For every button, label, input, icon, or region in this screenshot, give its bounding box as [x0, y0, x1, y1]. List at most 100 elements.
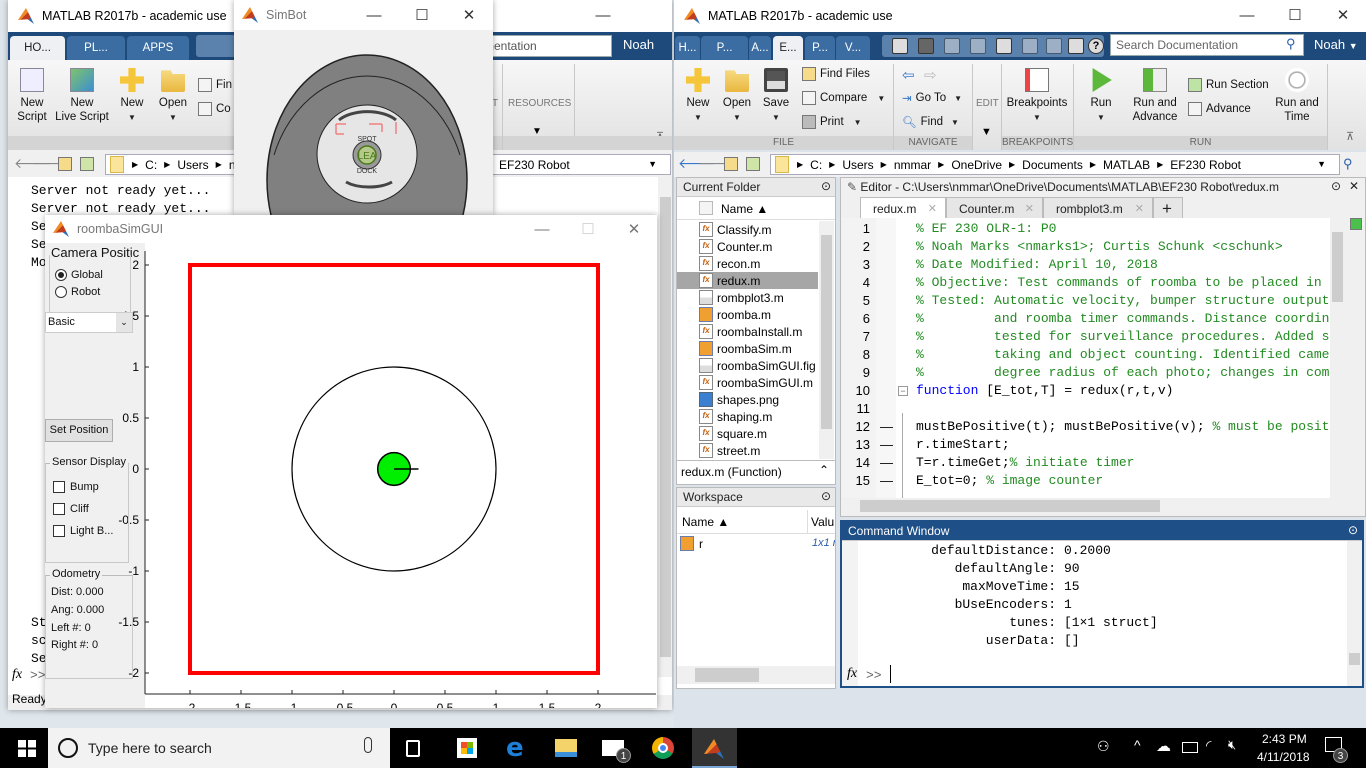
path-box[interactable]: ▶ C: ▶ Users ▶ nmmar ▶ OneDrive ▶ Documents ▶ MATLA…	[770, 154, 1340, 175]
compare-button[interactable]: Compare ▼	[802, 91, 885, 105]
checkbox[interactable]	[53, 481, 65, 494]
up-folder-icon[interactable]	[724, 157, 738, 171]
chrome-icon[interactable]	[652, 737, 674, 759]
tab-apps[interactable]: A...	[749, 36, 771, 60]
close-icon[interactable]: ✕	[1349, 179, 1359, 193]
scrollbar[interactable]	[1330, 218, 1345, 498]
panel-menu-icon[interactable]: ⊙	[821, 179, 831, 193]
file-item[interactable]: fx roombaInstall.m	[677, 323, 818, 340]
cut-icon[interactable]	[944, 38, 960, 54]
chevron-up-icon[interactable]: ⌃	[819, 463, 829, 477]
browse-folder-icon[interactable]	[80, 157, 94, 171]
paste-icon[interactable]	[996, 38, 1012, 54]
panel-menu-icon[interactable]: ⊙	[821, 489, 831, 503]
back-arrow-icon[interactable]: ⇦	[902, 66, 915, 84]
user-menu[interactable]: Noah	[623, 37, 654, 52]
tab-publish[interactable]: P...	[805, 36, 835, 60]
checkbox[interactable]	[53, 503, 65, 516]
clock-date[interactable]: 4/11/2018	[1257, 750, 1310, 764]
run-and-advance-button[interactable]: Run and Advance	[1128, 68, 1182, 124]
file-item[interactable]: fx square.m	[677, 425, 818, 442]
workspace-row[interactable]: r 1x1 r	[677, 535, 835, 553]
path-segment[interactable]: Users	[842, 158, 873, 172]
file-item[interactable]: fx Counter.m	[677, 238, 818, 255]
editor-tab-redux[interactable]: redux.m ✕	[860, 197, 946, 219]
panel-menu-icon[interactable]: ⊙	[1331, 179, 1341, 193]
editor-tab-counter[interactable]: Counter.m ✕	[946, 197, 1043, 219]
horizontal-scrollbar[interactable]	[677, 666, 835, 684]
resources-section[interactable]: RESOURCES	[508, 98, 571, 109]
run-section-button[interactable]: Run Section	[1188, 78, 1269, 92]
task-view-icon[interactable]	[406, 740, 420, 757]
command-window[interactable]: Command Window ⊙ defaultDistance: 0.2000 de…	[840, 520, 1364, 688]
collapse-toolstrip-icon[interactable]: ⊼	[1346, 130, 1354, 143]
path-segment[interactable]: nmmar	[894, 158, 931, 172]
undo-icon[interactable]	[1022, 38, 1038, 54]
print-button[interactable]: Print ▼	[802, 115, 862, 129]
clock-time[interactable]: 2:43 PM	[1262, 732, 1307, 746]
wifi-icon[interactable]: ◜	[1206, 737, 1211, 754]
search-folder-icon[interactable]: ⚲	[1343, 156, 1353, 172]
new-tab-button[interactable]: +	[1153, 197, 1183, 219]
tab-home[interactable]: H...	[675, 36, 700, 60]
radio-robot[interactable]: Robot	[55, 286, 100, 299]
file-item[interactable]: fx Classify.m	[677, 221, 818, 238]
tab-home[interactable]: HO...	[10, 36, 65, 60]
details-bar[interactable]: redux.m (Function) ⌃	[677, 460, 835, 484]
tab-apps[interactable]: APPS	[127, 36, 189, 60]
tab-editor[interactable]: E...	[773, 36, 803, 60]
search-documentation-input[interactable]: Search Documentation	[1110, 34, 1304, 56]
breakpoints-button[interactable]: Breakpoints ▼	[1006, 68, 1068, 125]
new-button[interactable]: New ▼	[116, 68, 148, 125]
path-dropdown-icon[interactable]: ▼	[648, 159, 657, 169]
close-button[interactable]: ✕	[1320, 0, 1366, 30]
file-item[interactable]: roomba.m	[677, 306, 818, 323]
edit-dropdown-icon[interactable]: ▼	[981, 126, 992, 138]
search-icon[interactable]: ⚲	[1286, 36, 1296, 52]
name-column-header[interactable]: Name ▲	[721, 202, 768, 216]
new-live-script-button[interactable]: New Live Script	[54, 68, 110, 124]
microphone-icon[interactable]	[364, 737, 372, 753]
file-item[interactable]: fx street.m	[677, 442, 818, 459]
fold-toggle-icon[interactable]: −	[898, 386, 908, 396]
editor-tab-rombplot3[interactable]: rombplot3.m ✕	[1043, 197, 1153, 219]
checkbox[interactable]	[53, 525, 65, 538]
user-menu[interactable]: Noah ▼	[1314, 37, 1358, 52]
minimize-button[interactable]: —	[1224, 0, 1270, 30]
scrollbar[interactable]	[1347, 541, 1362, 686]
close-tab-icon[interactable]: ✕	[1025, 202, 1034, 215]
path-segment[interactable]: EF230 Robot	[1170, 158, 1241, 172]
path-segment[interactable]: MATLAB	[1103, 158, 1150, 172]
edge-icon[interactable]: e	[506, 733, 524, 763]
scrollbar[interactable]	[819, 221, 834, 459]
new-script-button[interactable]: New Script	[12, 68, 52, 124]
radio-global[interactable]: Global	[55, 269, 103, 282]
up-folder-icon[interactable]	[58, 157, 72, 171]
path-segment[interactable]: C:	[145, 158, 157, 172]
breakpoint-marker[interactable]: —	[880, 418, 893, 436]
radio-button[interactable]	[55, 286, 67, 299]
switch-windows-icon[interactable]	[1068, 38, 1084, 54]
store-icon[interactable]	[457, 738, 477, 758]
fx-icon[interactable]: fx	[847, 666, 857, 682]
set-position-button[interactable]: Set Position	[45, 419, 113, 442]
path-dropdown-icon[interactable]: ▼	[1317, 159, 1326, 169]
find-files-button[interactable]: Find Files	[802, 67, 870, 81]
file-item[interactable]: rombplot3.m	[677, 289, 818, 306]
redo-icon[interactable]	[1046, 38, 1062, 54]
horizontal-scrollbar[interactable]	[842, 498, 1330, 514]
run-and-time-button[interactable]: Run and Time	[1274, 68, 1320, 124]
file-explorer-icon[interactable]	[555, 739, 577, 757]
breakpoint-marker[interactable]: —	[880, 436, 893, 454]
panel-menu-icon[interactable]: ⊙	[1348, 523, 1358, 537]
file-item[interactable]: shapes.png	[677, 391, 818, 408]
checkbox-bump[interactable]: Bump	[53, 481, 99, 494]
file-item[interactable]: fx roombaSimGUI.m	[677, 374, 818, 391]
forward-arrow-icon[interactable]: ⇨	[924, 66, 937, 84]
go-to-button[interactable]: ⇥ Go To ▼	[902, 91, 962, 105]
tab-plots[interactable]: PL...	[67, 36, 125, 60]
search-documentation-input[interactable]: mentation	[478, 35, 612, 57]
code-editor[interactable]: 1 % EF 230 OLR-1: P0 2 % Noah Marks <nmarks…	[842, 218, 1330, 498]
close-button[interactable]: ✕	[446, 0, 492, 30]
radio-button[interactable]	[55, 269, 67, 282]
